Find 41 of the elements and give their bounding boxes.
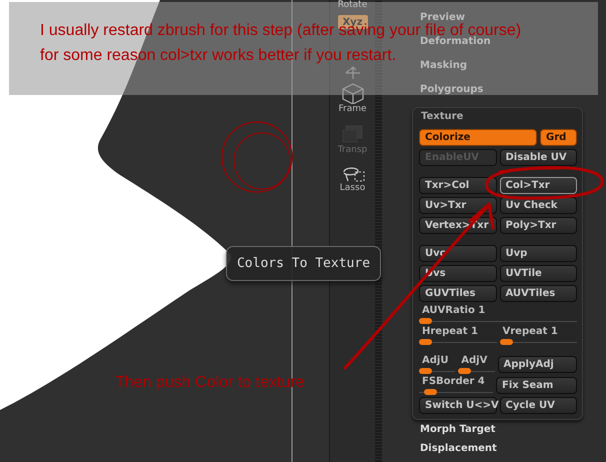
panel-button[interactable]: Poly>Txr: [500, 217, 577, 234]
slider-thumb[interactable]: [500, 339, 512, 345]
panel-button[interactable]: Colorize: [419, 129, 537, 146]
slider-label: AdjV: [460, 355, 488, 366]
panel-button[interactable]: Uvp: [500, 245, 577, 262]
panel-button[interactable]: Col>Txr: [500, 177, 577, 194]
panel-button[interactable]: Disable UV: [500, 149, 577, 166]
slider[interactable]: AdjV: [458, 355, 494, 373]
panel-button[interactable]: Switch U<>V: [419, 397, 496, 414]
panel-button[interactable]: AUVTiles: [500, 285, 577, 302]
panel-title[interactable]: Texture: [419, 110, 577, 129]
note-text: for some reason col>txr works better if you restart.: [40, 48, 396, 64]
tooltip: Colors To Texture: [226, 246, 381, 281]
menu-item[interactable]: Morph Target: [420, 423, 496, 437]
panel-button[interactable]: ApplyAdj: [498, 356, 577, 373]
frame-tool[interactable]: Frame: [338, 82, 368, 115]
panel-button[interactable]: Fix Seam: [496, 377, 577, 394]
slider[interactable]: Vrepeat 1: [500, 326, 577, 344]
slider-label: Hrepeat 1: [421, 326, 479, 337]
brush-cursor: [221, 121, 293, 193]
slider[interactable]: FSBorder 4: [419, 376, 493, 394]
slider-label: FSBorder 4: [421, 376, 486, 387]
slider[interactable]: AUVRatio 1: [419, 305, 577, 323]
slider-thumb[interactable]: [458, 368, 472, 374]
panel-button[interactable]: Txr>Col: [419, 177, 496, 194]
slider-label: AUVRatio 1: [421, 305, 486, 316]
slider-thumb[interactable]: [419, 339, 432, 345]
slider-thumb[interactable]: [419, 368, 432, 374]
menu-item[interactable]: Displacement: [420, 442, 497, 456]
slider-thumb[interactable]: [419, 318, 432, 324]
lasso-tool[interactable]: Lasso: [338, 164, 368, 194]
panel-button[interactable]: Grd: [540, 129, 577, 146]
slider-thumb[interactable]: [424, 389, 437, 395]
panel-button[interactable]: Uv>Txr: [419, 197, 496, 214]
slider-label: AdjU: [421, 355, 450, 366]
slider[interactable]: AdjU: [419, 355, 456, 373]
panel-button[interactable]: GUVTiles: [419, 285, 496, 302]
panel-button[interactable]: Cycle UV: [500, 397, 577, 414]
slider-label: Vrepeat 1: [502, 326, 559, 337]
panel-button[interactable]: UVTile: [500, 265, 577, 282]
slider[interactable]: Hrepeat 1: [419, 326, 496, 344]
